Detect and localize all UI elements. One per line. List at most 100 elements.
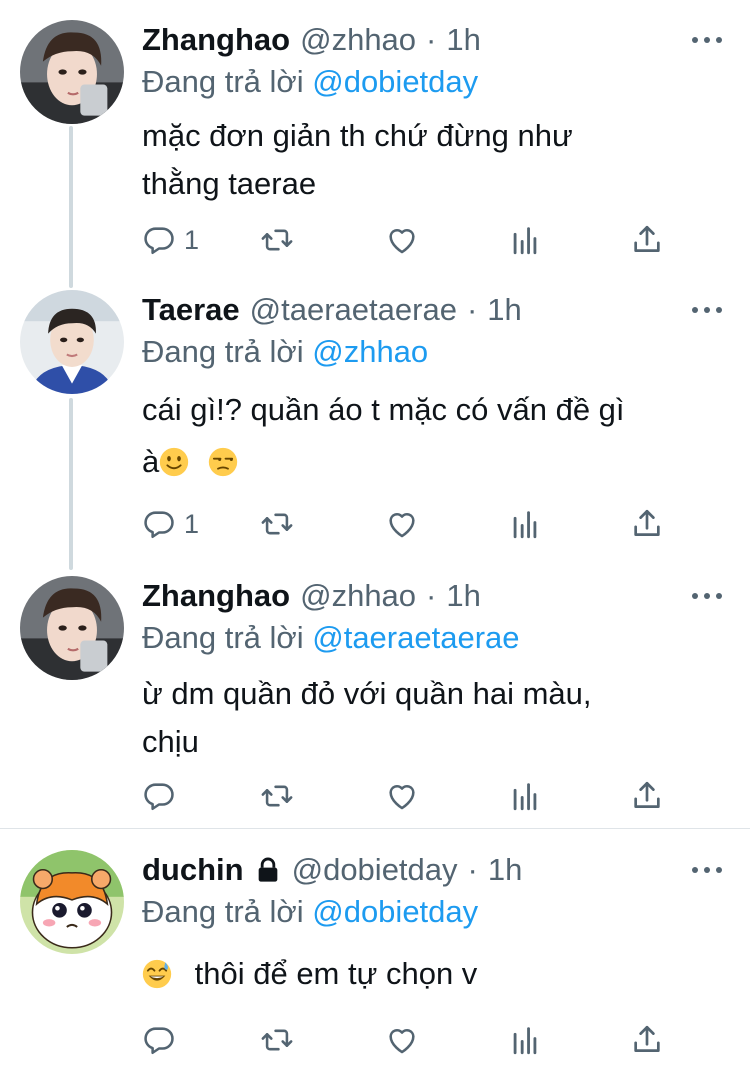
tweet[interactable]: duchin @dobietday · 1h Đang trả lời @dob… (0, 850, 750, 1065)
tweet-header: duchin @dobietday · 1h (142, 850, 522, 890)
tweet-actions: 1 (142, 504, 672, 544)
replying-to: Đang trả lời @taeraetaerae (142, 620, 520, 656)
tweet-text-line-with-emoji: thôi để em tự chọn v (142, 950, 722, 998)
timestamp[interactable]: 1h (488, 852, 522, 888)
reply-icon (142, 507, 176, 541)
separator-dot: · (426, 578, 437, 613)
reply-button[interactable]: 1 (142, 220, 199, 260)
like-button[interactable] (385, 504, 419, 544)
retweet-icon (260, 779, 294, 813)
display-name[interactable]: Zhanghao (142, 578, 290, 614)
reply-button[interactable] (142, 1020, 184, 1060)
mention-link[interactable]: @zhhao (312, 334, 428, 369)
tweet-text-fragment: à (142, 444, 160, 479)
tweet-actions (142, 1020, 672, 1060)
replying-prefix: Đang trả lời (142, 64, 313, 99)
slightly-smiling-face-icon (160, 447, 189, 477)
tweet-actions (142, 776, 672, 816)
tweet-text-fragment: thôi để em tự chọn v (194, 956, 478, 991)
mention-link[interactable]: @dobietday (312, 894, 478, 929)
tweet-header: Zhanghao @zhhao · 1h (142, 576, 481, 616)
replying-prefix: Đang trả lời (142, 620, 313, 655)
analytics-button[interactable] (508, 220, 542, 260)
separator-dot: · (426, 22, 437, 57)
tweet[interactable]: Zhanghao @zhhao · 1h Đang trả lời @taera… (0, 576, 750, 824)
like-button[interactable] (385, 220, 419, 260)
analytics-button[interactable] (508, 504, 542, 544)
zhanghao-avatar[interactable] (20, 576, 124, 680)
tweet-text: cái gì!? quần áo t mặc có vấn đề gì à (142, 386, 722, 486)
share-icon (630, 1023, 664, 1057)
more-icon[interactable] (692, 298, 722, 322)
share-icon (630, 223, 664, 257)
analytics-button[interactable] (508, 1020, 542, 1060)
reply-button[interactable]: 1 (142, 504, 199, 544)
tweet-header: Taerae @taeraetaerae · 1h (142, 290, 522, 330)
like-button[interactable] (385, 1020, 419, 1060)
replying-prefix: Đang trả lời (142, 894, 313, 929)
display-name[interactable]: Taerae (142, 292, 240, 328)
share-button[interactable] (630, 220, 664, 260)
tweet-text: ừ dm quần đỏ với quần hai màu, chịu (142, 670, 722, 766)
display-name[interactable]: duchin (142, 852, 244, 888)
analytics-icon (508, 223, 542, 257)
user-handle[interactable]: @taeraetaerae (250, 292, 457, 328)
separator-dot: · (466, 292, 478, 327)
share-button[interactable] (630, 504, 664, 544)
user-handle[interactable]: @dobietday (292, 852, 458, 888)
replying-to: Đang trả lời @zhhao (142, 334, 428, 370)
reply-count: 1 (184, 224, 200, 255)
mention-link[interactable]: @dobietday (312, 64, 478, 99)
tweet-text-line-with-emoji: à (142, 438, 722, 486)
display-name[interactable]: Zhanghao (142, 22, 290, 58)
retweet-button[interactable] (260, 504, 294, 544)
hamster-avatar[interactable] (20, 850, 124, 954)
tweet[interactable]: Zhanghao @zhhao · 1h Đang trả lời @dobie… (0, 20, 750, 270)
analytics-icon (508, 1023, 542, 1057)
analytics-icon (508, 779, 542, 813)
unamused-face-icon (208, 447, 238, 477)
taerae-avatar[interactable] (20, 290, 124, 394)
share-button[interactable] (630, 776, 664, 816)
tweet-actions: 1 (142, 220, 672, 260)
tweet-text-line: ừ dm quần đỏ với quần hai màu, (142, 676, 592, 711)
tweet-divider (0, 828, 750, 829)
tweet-text-line: thằng taerae (142, 166, 317, 201)
like-button[interactable] (385, 776, 419, 816)
tweet[interactable]: Taerae @taeraetaerae · 1h Đang trả lời @… (0, 290, 750, 550)
timestamp[interactable]: 1h (446, 578, 480, 614)
tweet-text: thôi để em tự chọn v (142, 950, 722, 998)
reply-icon (142, 1023, 176, 1057)
replying-to: Đang trả lời @dobietday (142, 64, 478, 100)
like-icon (385, 223, 419, 257)
like-icon (385, 1023, 419, 1057)
analytics-button[interactable] (508, 776, 542, 816)
user-handle[interactable]: @zhhao (300, 578, 416, 614)
more-icon[interactable] (692, 584, 722, 608)
tweet-text: mặc đơn giản th chứ đừng như thằng taera… (142, 112, 722, 208)
retweet-icon (260, 223, 294, 257)
user-handle[interactable]: @zhhao (300, 22, 416, 58)
retweet-icon (260, 507, 294, 541)
mention-link[interactable]: @taeraetaerae (312, 620, 519, 655)
timestamp[interactable]: 1h (487, 292, 521, 328)
replying-to: Đang trả lời @dobietday (142, 894, 478, 930)
retweet-icon (260, 1023, 294, 1057)
tweet-text-line: mặc đơn giản th chứ đừng như (142, 118, 573, 153)
more-icon[interactable] (692, 858, 722, 882)
reply-icon (142, 223, 176, 257)
retweet-button[interactable] (260, 220, 294, 260)
more-icon[interactable] (692, 28, 722, 52)
share-button[interactable] (630, 1020, 664, 1060)
tweet-text-line: cái gì!? quần áo t mặc có vấn đề gì (142, 392, 625, 427)
timestamp[interactable]: 1h (446, 22, 480, 58)
reply-button[interactable] (142, 776, 184, 816)
retweet-button[interactable] (260, 776, 294, 816)
zhanghao-avatar[interactable] (20, 20, 124, 124)
retweet-button[interactable] (260, 1020, 294, 1060)
separator-dot: · (467, 852, 478, 887)
reply-icon (142, 779, 176, 813)
grinning-face-with-sweat-icon (142, 959, 172, 989)
replying-prefix: Đang trả lời (142, 334, 313, 369)
tweet-text-line: chịu (142, 724, 199, 759)
